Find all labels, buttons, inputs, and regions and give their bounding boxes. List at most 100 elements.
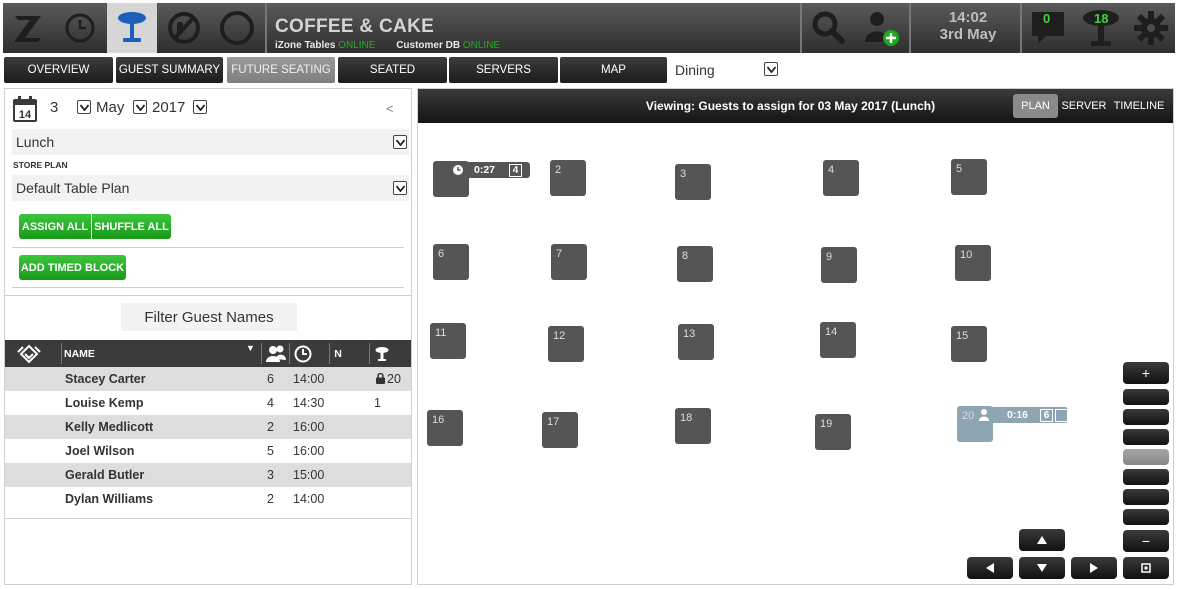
guest-name: Stacey Carter: [65, 372, 146, 386]
name-column-header[interactable]: NAME: [64, 340, 124, 367]
handshake-icon[interactable]: [9, 340, 49, 367]
add-timed-block-button[interactable]: ADD TIMED BLOCK: [19, 255, 126, 280]
table-icon[interactable]: [107, 3, 157, 53]
table-3[interactable]: 3: [675, 164, 711, 200]
table-5[interactable]: 5: [951, 159, 987, 195]
search-icon[interactable]: [803, 3, 853, 53]
zoom-level-current[interactable]: [1123, 449, 1169, 465]
table-row[interactable]: Dylan Williams 2 14:00: [5, 487, 411, 511]
year-dropdown-chevron-icon[interactable]: [193, 100, 207, 114]
day-dropdown-chevron-icon[interactable]: [77, 100, 91, 114]
time-column-clock-icon[interactable]: [291, 340, 315, 367]
pan-up-button[interactable]: [1019, 529, 1065, 551]
booking-panel: 14 3 May 2017 < Lunch STORE PLAN Default…: [4, 88, 412, 585]
collapse-panel-button[interactable]: <: [386, 101, 394, 116]
guest-size: 6: [267, 372, 274, 386]
session-select[interactable]: Lunch: [12, 129, 409, 155]
zoom-level-tick[interactable]: [1123, 409, 1169, 425]
table-16[interactable]: 16: [427, 410, 463, 446]
guest-name: Kelly Medlicott: [65, 420, 154, 434]
table-7[interactable]: 7: [551, 244, 587, 280]
tab-plan[interactable]: PLAN: [1013, 94, 1058, 118]
no-food-icon[interactable]: [159, 3, 209, 53]
guest-time: 14:00: [293, 372, 325, 386]
arrow-right-icon: [1090, 563, 1098, 573]
guest-size: 3: [267, 468, 274, 482]
gear-icon[interactable]: [1127, 3, 1175, 53]
tab-servers[interactable]: SERVERS: [449, 57, 558, 83]
zoom-in-button[interactable]: +: [1123, 362, 1169, 384]
guest-size: 4: [267, 396, 274, 410]
table-12[interactable]: 12: [548, 326, 584, 362]
table-4[interactable]: 4: [823, 160, 859, 196]
guest-size: 2: [267, 492, 274, 506]
table-row[interactable]: Kelly Medlicott 2 16:00: [5, 415, 411, 439]
tab-timeline[interactable]: TIMELINE: [1112, 94, 1166, 118]
zoom-out-button[interactable]: −: [1123, 530, 1169, 552]
shuffle-all-button[interactable]: SHUFFLE ALL: [92, 214, 171, 239]
month-dropdown-chevron-icon[interactable]: [133, 100, 147, 114]
table-19[interactable]: 19: [815, 414, 851, 450]
table-row[interactable]: Louise Kemp 4 14:30 1: [5, 391, 411, 415]
pan-down-button[interactable]: [1019, 557, 1065, 579]
pan-left-button[interactable]: [967, 557, 1013, 579]
zoom-level-tick[interactable]: [1123, 389, 1169, 405]
current-date: 3rd May: [939, 26, 997, 43]
clock-icon[interactable]: [55, 3, 105, 53]
top-bar: COFFEE & CAKE iZone Tables ONLINE Custom…: [3, 3, 1175, 53]
tab-server[interactable]: SERVER: [1060, 94, 1108, 118]
guest-table: 20: [387, 372, 401, 386]
n-column-header[interactable]: N: [331, 340, 345, 367]
zoom-level-tick[interactable]: [1123, 469, 1169, 485]
chevron-down-icon[interactable]: [393, 181, 407, 195]
tab-map[interactable]: MAP: [560, 57, 667, 83]
tab-guest-summary[interactable]: GUEST SUMMARY: [116, 57, 223, 83]
zoom-level-tick[interactable]: [1123, 489, 1169, 505]
add-user-icon[interactable]: [855, 3, 907, 53]
circle-icon[interactable]: [211, 3, 263, 53]
table-row[interactable]: Joel Wilson 5 16:00: [5, 439, 411, 463]
assign-all-button[interactable]: ASSIGN ALL: [19, 214, 91, 239]
pan-right-button[interactable]: [1071, 557, 1117, 579]
zoom-level-tick[interactable]: [1123, 509, 1169, 525]
chevron-down-icon[interactable]: [764, 62, 778, 76]
table-10[interactable]: 10: [955, 245, 991, 281]
divider: [5, 518, 411, 519]
izone-label: iZone Tables: [275, 40, 336, 51]
area-select[interactable]: Dining: [669, 57, 779, 83]
table-11[interactable]: 11: [430, 323, 466, 359]
tab-overview[interactable]: OVERVIEW: [4, 57, 113, 83]
store-plan-select[interactable]: Default Table Plan: [12, 175, 409, 201]
guest-name: Dylan Williams: [65, 492, 154, 506]
chevron-down-icon[interactable]: [393, 135, 407, 149]
table-18[interactable]: 18: [675, 408, 711, 444]
table-column-icon[interactable]: [371, 340, 393, 367]
month-value: May: [96, 99, 125, 116]
customer-db-status: ONLINE: [462, 40, 501, 51]
table-13[interactable]: 13: [678, 324, 714, 360]
table-plan-panel: Viewing: Guests to assign for 03 May 201…: [417, 88, 1174, 585]
calendar-icon[interactable]: 14: [12, 96, 38, 123]
party-size-icon[interactable]: [264, 340, 288, 367]
session-value: Lunch: [16, 134, 55, 150]
table-row[interactable]: Stacey Carter 6 14:00 20: [5, 367, 411, 391]
table-row[interactable]: Gerald Butler 3 15:00: [5, 463, 411, 487]
sort-down-icon[interactable]: ▼: [246, 343, 255, 353]
table-20-timer: 0:16: [1007, 409, 1029, 421]
arrow-left-icon: [986, 563, 994, 573]
logo-z-icon[interactable]: [3, 3, 53, 53]
separator: [265, 3, 267, 53]
zoom-level-tick[interactable]: [1123, 429, 1169, 445]
table-17[interactable]: 17: [542, 412, 578, 448]
fit-view-button[interactable]: [1123, 557, 1169, 579]
column-divider: [61, 343, 62, 364]
table-6[interactable]: 6: [433, 244, 469, 280]
table-2[interactable]: 2: [550, 160, 586, 196]
filter-guest-input[interactable]: Filter Guest Names: [121, 303, 297, 331]
tab-future-seating[interactable]: FUTURE SEATING: [227, 57, 335, 83]
table-15[interactable]: 15: [951, 326, 987, 362]
table-8[interactable]: 8: [677, 246, 713, 282]
tab-seated[interactable]: SEATED: [338, 57, 447, 83]
table-14[interactable]: 14: [820, 322, 856, 358]
table-9[interactable]: 9: [821, 247, 857, 283]
